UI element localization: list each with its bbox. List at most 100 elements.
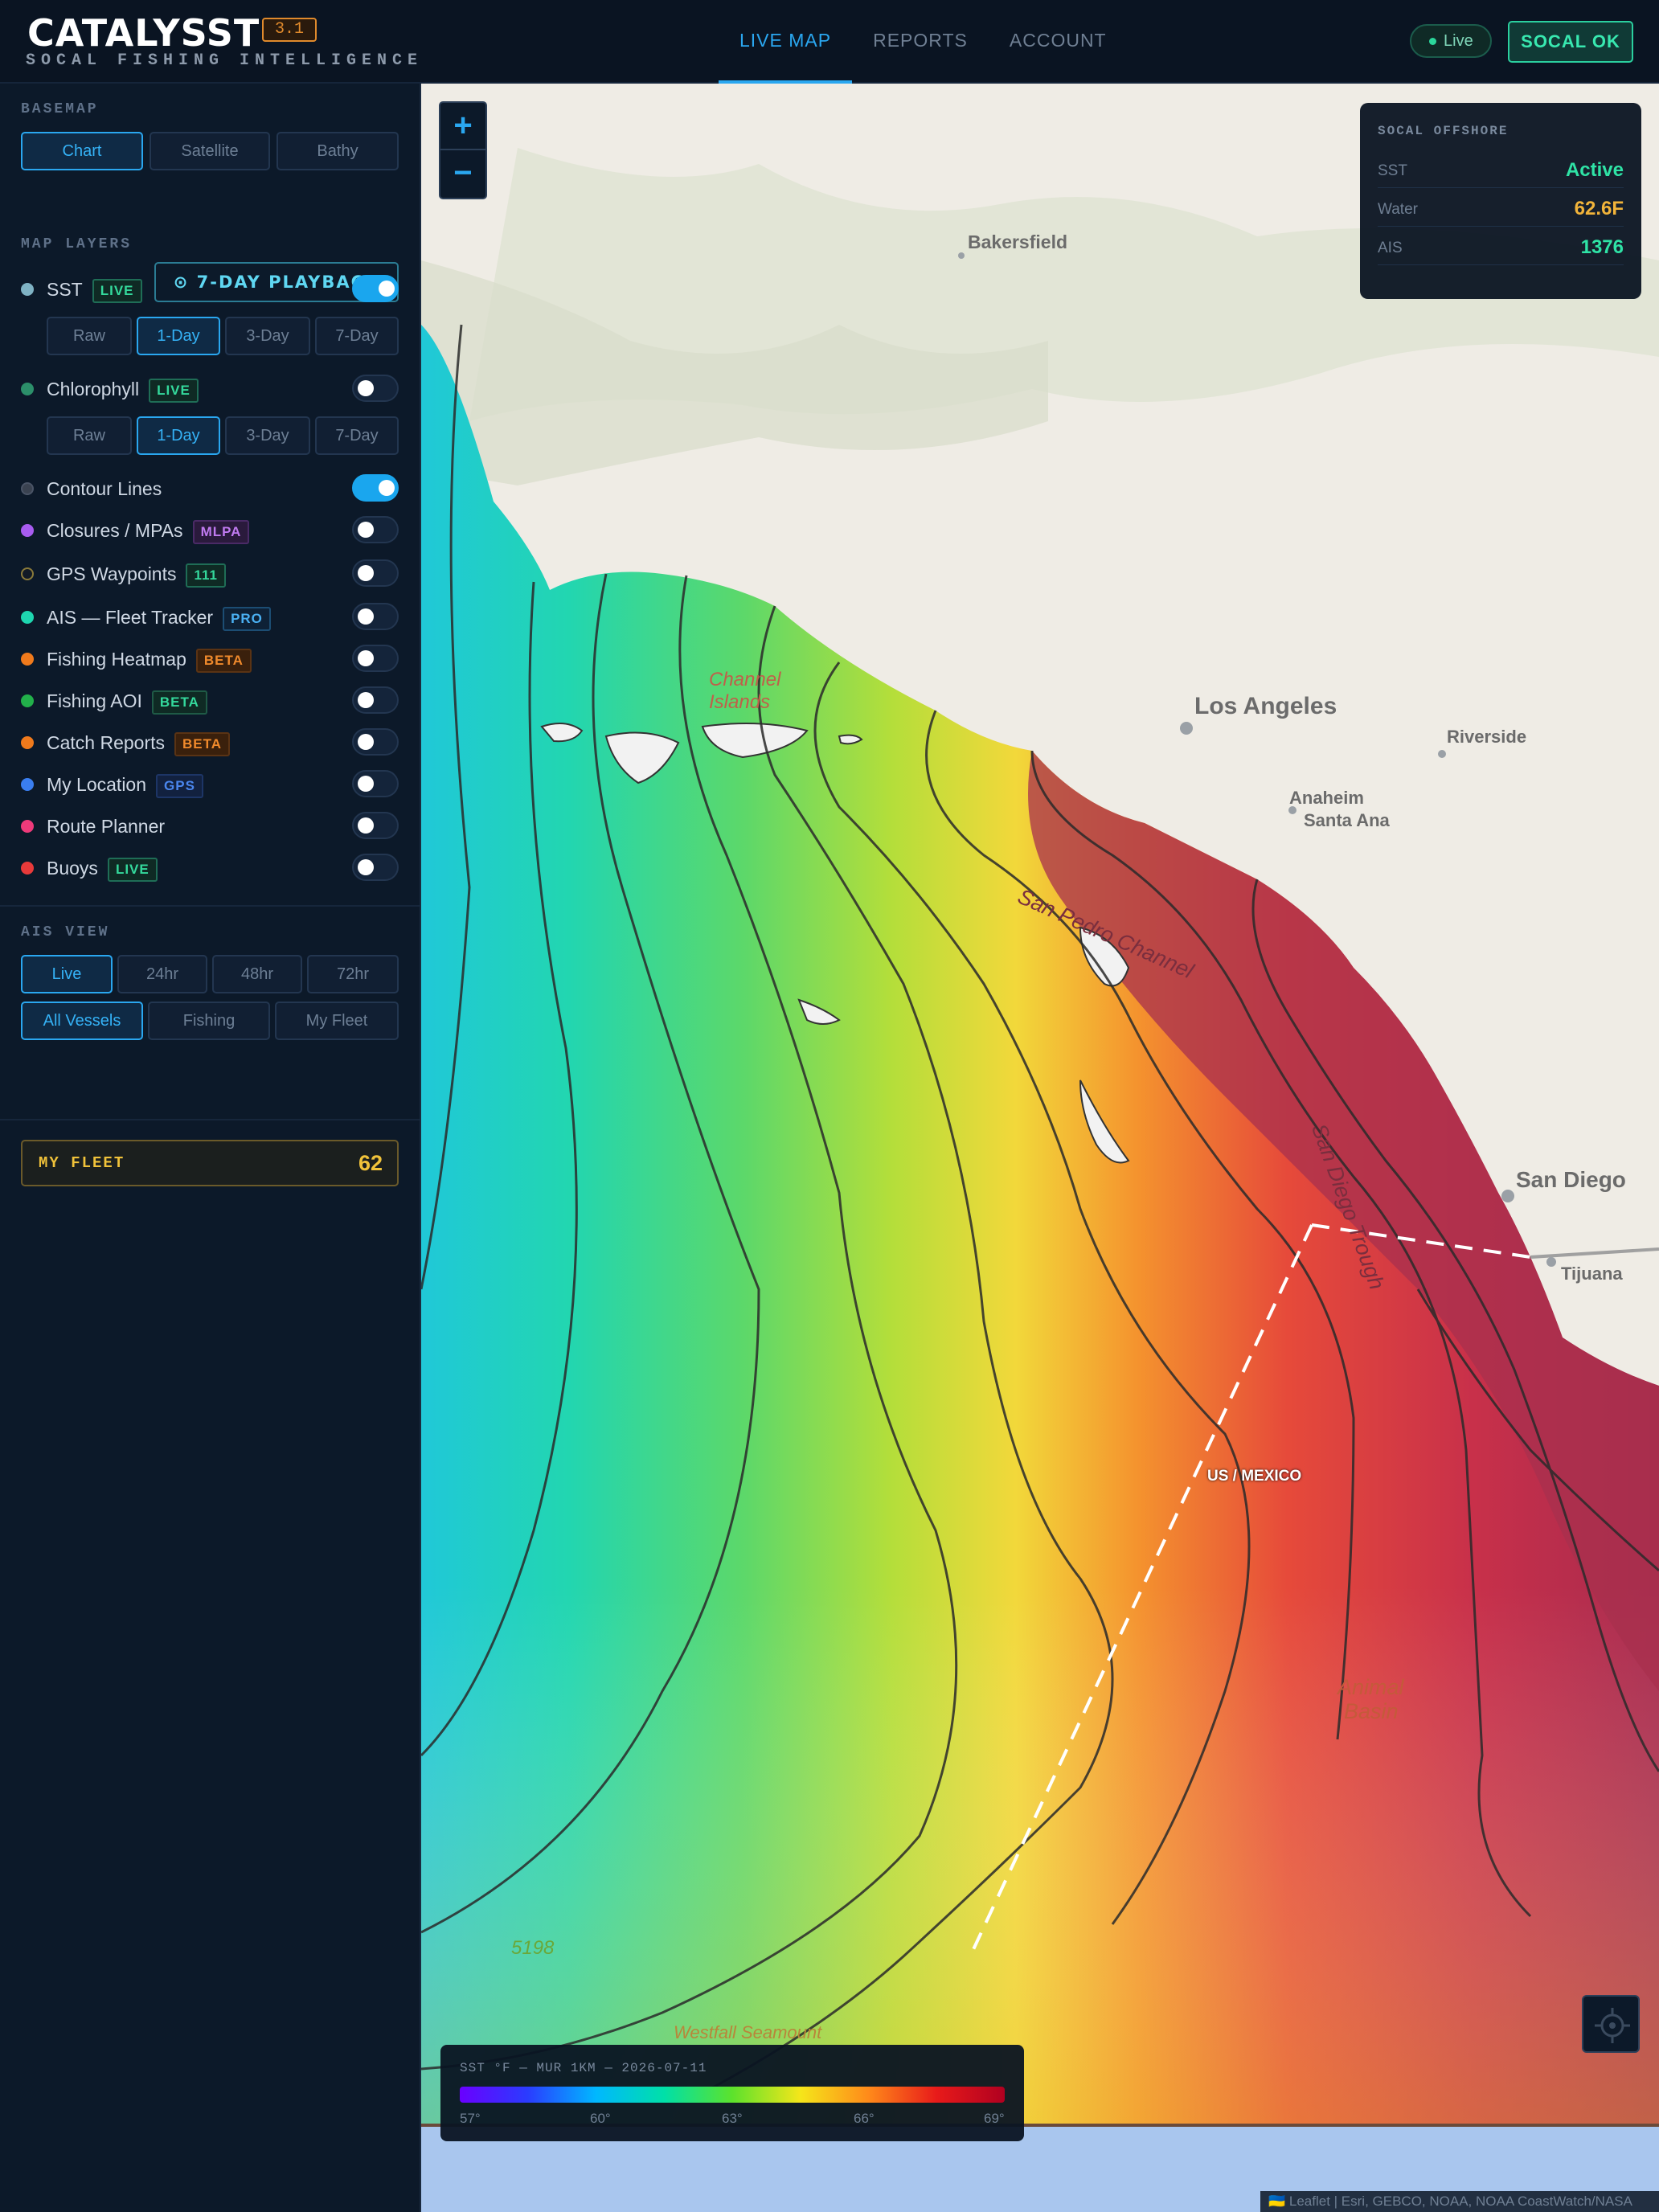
toggle-heatmap[interactable]: [352, 645, 399, 672]
basemap-bathy-button[interactable]: Bathy: [276, 132, 399, 170]
layer-label-heatmap: Fishing Heatmap: [47, 649, 186, 670]
sst-period-7day[interactable]: 7-Day: [315, 317, 399, 355]
nav-live-map[interactable]: LIVE MAP: [719, 0, 853, 84]
toggle-aoi[interactable]: [352, 686, 399, 714]
layer-row-gps-waypoints[interactable]: GPS Waypoints 111: [21, 558, 399, 590]
map-label-san-diego: San Diego: [1516, 1167, 1626, 1192]
layer-label-location: My Location: [47, 774, 147, 795]
status-key-ais: AIS: [1378, 240, 1403, 256]
chl-period-3day[interactable]: 3-Day: [225, 416, 310, 455]
sidebar: BASEMAP Chart Satellite Bathy ⊙ 7-DAY PL…: [0, 84, 421, 2212]
sst-period-raw[interactable]: Raw: [47, 317, 132, 355]
toggle-ais[interactable]: [352, 603, 399, 630]
layer-row-contour-lines[interactable]: Contour Lines: [21, 473, 399, 505]
legend-title: SST °F — MUR 1KM — 2026-07-11: [460, 2061, 707, 2075]
basemap-chart-button[interactable]: Chart: [21, 132, 143, 170]
layer-row-route-planner[interactable]: Route Planner: [21, 810, 399, 842]
layer-label-catch: Catch Reports: [47, 732, 166, 753]
toggle-contour-lines[interactable]: [352, 474, 399, 502]
toggle-my-location[interactable]: [352, 770, 399, 797]
sst-period-3day[interactable]: 3-Day: [225, 317, 310, 355]
ais-time-72hr[interactable]: 72hr: [307, 955, 399, 993]
map-layers-section-label: MAP LAYERS: [21, 236, 133, 252]
section-divider: [0, 905, 420, 907]
sst-period-1day[interactable]: 1-Day: [137, 317, 220, 355]
layer-row-closures[interactable]: Closures / MPAs MLPA: [21, 514, 399, 547]
map-attribution[interactable]: 🇺🇦 Leaflet | Esri, GEBCO, NOAA, NOAA Coa…: [1260, 2191, 1659, 2212]
layer-row-heatmap[interactable]: Fishing Heatmap BETA: [21, 643, 399, 675]
status-row-water: Water 62.6F: [1378, 188, 1624, 227]
locate-me-button[interactable]: [1582, 1995, 1640, 2053]
layer-label-aoi: Fishing AOI: [47, 690, 142, 711]
zoom-in-button[interactable]: +: [440, 103, 485, 150]
toggle-closures[interactable]: [352, 516, 399, 543]
basemap-satellite-button[interactable]: Satellite: [150, 132, 270, 170]
layer-badge-heatmap: BETA: [195, 649, 252, 673]
layer-label-ais: AIS — Fleet Tracker: [47, 607, 214, 628]
chlorophyll-layer-icon: [21, 383, 34, 395]
layer-row-chlorophyll[interactable]: Chlorophyll LIVE: [21, 373, 399, 405]
toggle-catch-reports[interactable]: [352, 728, 399, 756]
layer-row-my-location[interactable]: My Location GPS: [21, 768, 399, 801]
status-row-sst: SST Active: [1378, 150, 1624, 188]
map-label-animal-basin-2: Basin: [1344, 1699, 1399, 1723]
ais-time-48hr[interactable]: 48hr: [212, 955, 302, 993]
map-canvas[interactable]: Bakersfield Los Angeles Riverside Anahei…: [421, 84, 1659, 2212]
chl-period-7day[interactable]: 7-Day: [315, 416, 399, 455]
ais-filter-fishing[interactable]: Fishing: [148, 1002, 270, 1040]
status-key-sst: SST: [1378, 162, 1407, 179]
legend-tick-66: 66°: [854, 2111, 875, 2126]
toggle-route-planner[interactable]: [352, 812, 399, 839]
map-label-seamount: Westfall Seamount: [674, 2022, 822, 2042]
map-label-us-mexico-border: US / MEXICO: [1207, 1468, 1302, 1485]
layer-row-catch-reports[interactable]: Catch Reports BETA: [21, 727, 399, 759]
chl-period-1day[interactable]: 1-Day: [137, 416, 220, 455]
layer-row-aoi[interactable]: Fishing AOI BETA: [21, 685, 399, 717]
layer-badge-aoi: BETA: [151, 690, 207, 715]
ais-time-24hr[interactable]: 24hr: [117, 955, 207, 993]
layer-badge-sst: LIVE: [92, 279, 142, 303]
layer-badge-location: GPS: [156, 774, 203, 798]
toggle-gps-waypoints[interactable]: [352, 559, 399, 587]
region-status-button[interactable]: SOCAL OK: [1508, 21, 1633, 63]
layer-row-ais[interactable]: AIS — Fleet Tracker PRO: [21, 601, 399, 633]
layer-badge-waypoints: 111: [186, 563, 226, 588]
map-label-anaheim: Anaheim: [1289, 788, 1364, 808]
map-label-riverside: Riverside: [1447, 727, 1527, 747]
toggle-chlorophyll[interactable]: [352, 375, 399, 402]
layer-label-contour: Contour Lines: [47, 478, 162, 499]
ais-filter-all-vessels[interactable]: All Vessels: [21, 1002, 143, 1040]
zoom-out-button[interactable]: −: [440, 150, 485, 198]
top-bar: CATALYSST 3.1 SOCAL FISHING INTELLIGENCE…: [0, 0, 1659, 84]
map-label-santa-ana: Santa Ana: [1304, 810, 1390, 830]
ais-filter-my-fleet[interactable]: My Fleet: [275, 1002, 399, 1040]
ais-time-live[interactable]: Live: [21, 955, 113, 993]
app-logo[interactable]: CATALYSST: [27, 11, 260, 55]
aoi-layer-icon: [21, 694, 34, 707]
chl-period-raw[interactable]: Raw: [47, 416, 132, 455]
map-label-channel-islands-2: Islands: [709, 691, 771, 713]
live-status-label: Live: [1444, 32, 1473, 50]
my-fleet-counter[interactable]: MY FLEET 62: [21, 1140, 399, 1186]
main-nav: LIVE MAP REPORTS ACCOUNT: [719, 0, 1128, 84]
basemap-section-label: BASEMAP: [21, 101, 99, 117]
toggle-buoys[interactable]: [352, 854, 399, 881]
app-tagline: SOCAL FISHING INTELLIGENCE: [26, 51, 424, 70]
sst-layer-icon: [21, 283, 34, 296]
legend-tick-60: 60°: [590, 2111, 611, 2126]
layer-row-buoys[interactable]: Buoys LIVE: [21, 852, 399, 884]
toggle-sst[interactable]: [352, 275, 399, 302]
layer-row-sst[interactable]: SST LIVE: [21, 273, 399, 305]
map-label-tijuana: Tijuana: [1561, 1264, 1623, 1284]
nav-reports[interactable]: REPORTS: [852, 0, 989, 84]
layer-label-buoys: Buoys: [47, 858, 98, 879]
section-divider-bottom: [0, 1119, 420, 1120]
nav-account[interactable]: ACCOUNT: [989, 0, 1128, 84]
layer-label-waypoints: GPS Waypoints: [47, 563, 177, 584]
layer-badge-closures: MLPA: [192, 520, 250, 544]
my-fleet-label: MY FLEET: [39, 1154, 125, 1172]
catch-layer-icon: [21, 736, 34, 749]
layer-badge-catch: BETA: [174, 732, 231, 756]
waypoints-layer-icon: [21, 567, 34, 580]
status-value-water: 62.6F: [1574, 198, 1624, 219]
